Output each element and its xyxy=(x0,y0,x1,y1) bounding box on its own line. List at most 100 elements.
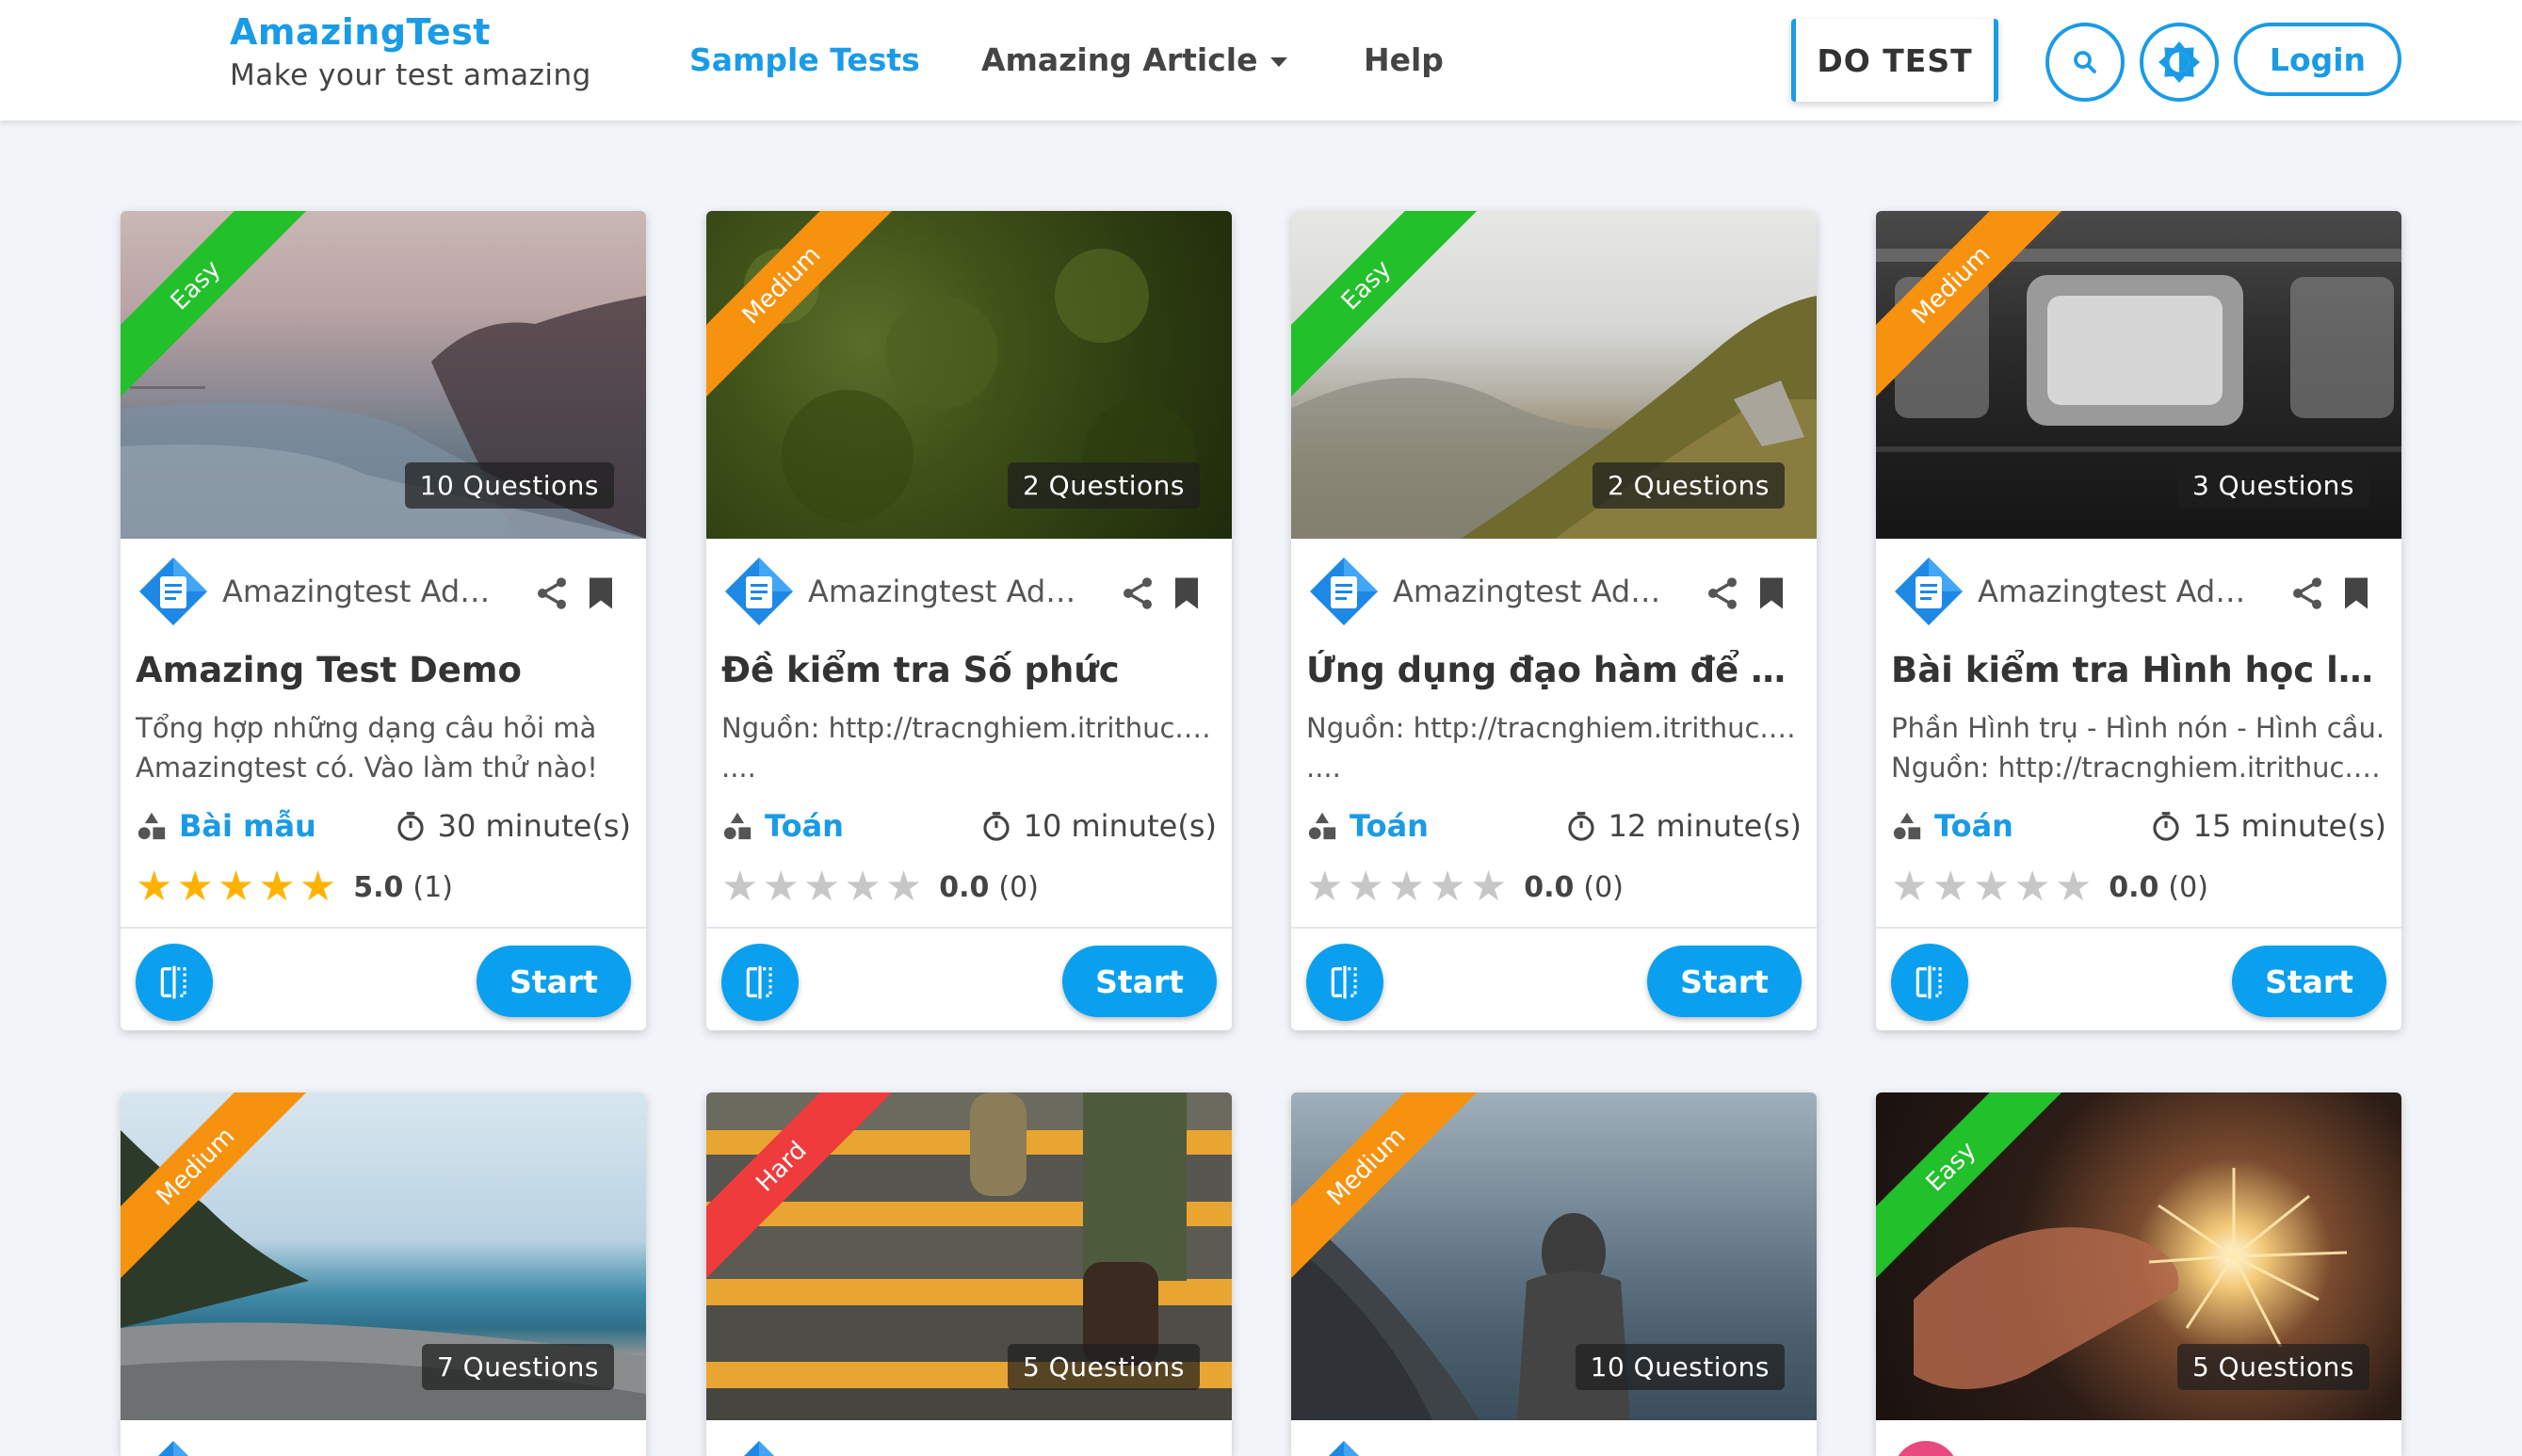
bookmark-icon[interactable] xyxy=(1170,574,1204,612)
rating-count: (0) xyxy=(998,870,1039,904)
compare-icon xyxy=(746,965,772,999)
question-count-badge: 5 Questions xyxy=(2176,1344,2369,1390)
author-avatar[interactable] xyxy=(137,1439,209,1456)
bookmark-icon[interactable] xyxy=(584,574,618,612)
divider xyxy=(121,927,646,929)
star-icon: ★ xyxy=(136,863,173,911)
compare-button[interactable] xyxy=(721,944,799,1021)
star-icon: ★ xyxy=(721,863,759,911)
start-button[interactable]: Start xyxy=(1062,946,1217,1017)
theme-toggle-button[interactable] xyxy=(2140,23,2219,102)
duration: 12 minute(s) xyxy=(1565,808,1802,844)
compare-icon xyxy=(1916,965,1942,999)
nav-amazing-article-label: Amazing Article xyxy=(981,41,1258,78)
brightness-icon xyxy=(2158,41,2200,83)
start-button[interactable]: Start xyxy=(477,946,631,1017)
author-row: Amazingtest Admin xyxy=(1308,558,1800,625)
card-title[interactable]: Amazing Test Demo xyxy=(136,650,631,690)
rating-value: 0.0 xyxy=(2109,870,2159,904)
category-link[interactable]: Toán xyxy=(1306,808,1429,844)
star-icon: ★ xyxy=(2054,863,2093,911)
divider xyxy=(706,927,1232,929)
start-button[interactable]: Start xyxy=(1647,946,1802,1017)
nav-sample-tests[interactable]: Sample Tests xyxy=(689,41,920,78)
test-card[interactable]: Medium 3 Questions Amazingtest Admin Bài… xyxy=(1876,211,2401,1030)
author-name[interactable]: Amazingtest Admin xyxy=(1393,574,1685,609)
search-icon xyxy=(2074,51,2096,73)
test-card[interactable]: Medium 10 Questions xyxy=(1291,1092,1817,1456)
compare-button[interactable] xyxy=(1891,944,1968,1021)
test-card[interactable]: Easy 10 Questions Amazingtest Admin Amaz… xyxy=(121,211,646,1030)
divider xyxy=(1876,927,2401,929)
author-avatar[interactable] xyxy=(1893,556,1964,627)
author-avatar[interactable] xyxy=(1308,1439,1380,1456)
amazingtest-logo-icon xyxy=(139,558,207,625)
card-image-forest[interactable]: Medium 2 Questions xyxy=(706,211,1232,539)
question-count-badge: 10 Questions xyxy=(404,462,614,509)
author-avatar[interactable] xyxy=(1308,556,1380,627)
share-icon[interactable] xyxy=(1704,574,1741,612)
compare-icon xyxy=(1331,965,1357,999)
do-test-button[interactable]: DO TEST xyxy=(1791,19,1998,102)
amazingtest-logo-icon xyxy=(1895,558,1963,625)
author-name[interactable]: Amazingtest Admin xyxy=(1978,574,2270,609)
duration-label: 30 minute(s) xyxy=(437,808,631,844)
bookmark-icon[interactable] xyxy=(2339,574,2373,612)
card-title[interactable]: Đề kiểm tra Số phức xyxy=(721,650,1217,690)
author-avatar[interactable] xyxy=(137,556,209,627)
category-icon xyxy=(1893,812,1921,840)
star-icon: ★ xyxy=(802,863,841,911)
category-link[interactable]: Toán xyxy=(1891,808,2013,844)
author-avatar[interactable] xyxy=(1893,1441,1959,1456)
test-card[interactable]: Easy 5 Questions xyxy=(1876,1092,2401,1456)
card-image-shore[interactable]: Medium 7 Questions xyxy=(121,1092,646,1420)
share-icon[interactable] xyxy=(533,574,571,612)
question-count-badge: 3 Questions xyxy=(2176,462,2369,509)
search-button[interactable] xyxy=(2045,23,2125,102)
rating-count: (1) xyxy=(412,870,453,904)
author-name[interactable]: Amazingtest Admin xyxy=(222,574,514,609)
bookmark-icon[interactable] xyxy=(1754,574,1788,612)
test-card[interactable]: Medium 7 Questions xyxy=(121,1092,646,1456)
card-image-person-sea[interactable]: Medium 10 Questions xyxy=(1291,1092,1817,1420)
card-image-mountain[interactable]: Easy 2 Questions xyxy=(1291,211,1817,539)
author-name[interactable]: Amazingtest Admin xyxy=(808,574,1100,609)
star-icon: ★ xyxy=(884,863,923,911)
card-image-train[interactable]: Medium 3 Questions xyxy=(1876,211,2401,539)
rating-value: 0.0 xyxy=(939,870,990,904)
card-title[interactable]: Bài kiểm tra Hình học lớp 9 xyxy=(1891,650,2386,690)
category-icon xyxy=(723,812,752,840)
brand[interactable]: AmazingTest Make your test amazing xyxy=(230,11,591,92)
share-icon[interactable] xyxy=(1119,574,1156,612)
question-count-badge: 5 Questions xyxy=(1007,1344,1200,1390)
question-count-badge: 2 Questions xyxy=(1007,462,1200,509)
login-button[interactable]: Login xyxy=(2234,23,2401,96)
rating-row: ★ ★ ★ ★ ★ 5.0 (1) xyxy=(136,866,453,908)
author-avatar[interactable] xyxy=(723,556,795,627)
compare-button[interactable] xyxy=(1306,944,1383,1021)
star-icon: ★ xyxy=(1347,863,1384,911)
test-card[interactable]: Hard 5 Questions xyxy=(706,1092,1232,1456)
star-icon: ★ xyxy=(1306,863,1344,911)
test-card[interactable]: Medium 2 Questions Amazingtest Admin Đề … xyxy=(706,211,1232,1030)
card-image-stairs[interactable]: Hard 5 Questions xyxy=(706,1092,1232,1420)
description-line: Nguồn: http://tracnghiem.itrithuc.vn/ xyxy=(721,712,1217,744)
test-card[interactable]: Easy 2 Questions Amazingtest Admin Ứng d… xyxy=(1291,211,1817,1030)
timer-icon xyxy=(1568,812,1594,841)
rating-value: 5.0 xyxy=(353,870,404,904)
brand-title[interactable]: AmazingTest xyxy=(230,11,591,53)
card-image-beach[interactable]: Easy 10 Questions xyxy=(121,211,646,539)
category-link[interactable]: Bài mẫu xyxy=(136,808,316,844)
category-link[interactable]: Toán xyxy=(721,808,844,844)
timer-icon xyxy=(397,812,424,841)
compare-button[interactable] xyxy=(136,944,213,1021)
nav-amazing-article[interactable]: Amazing Article xyxy=(981,41,1288,78)
share-icon[interactable] xyxy=(2288,574,2326,612)
start-button[interactable]: Start xyxy=(2232,946,2386,1017)
card-image-sparkler[interactable]: Easy 5 Questions xyxy=(1876,1092,2401,1420)
author-row: Amazingtest Admin xyxy=(1893,558,2385,625)
author-avatar[interactable] xyxy=(723,1439,795,1456)
card-title[interactable]: Ứng dụng đạo hàm để khảo sát xyxy=(1306,650,1802,690)
nav-help[interactable]: Help xyxy=(1364,41,1444,78)
duration: 30 minute(s) xyxy=(395,808,631,844)
